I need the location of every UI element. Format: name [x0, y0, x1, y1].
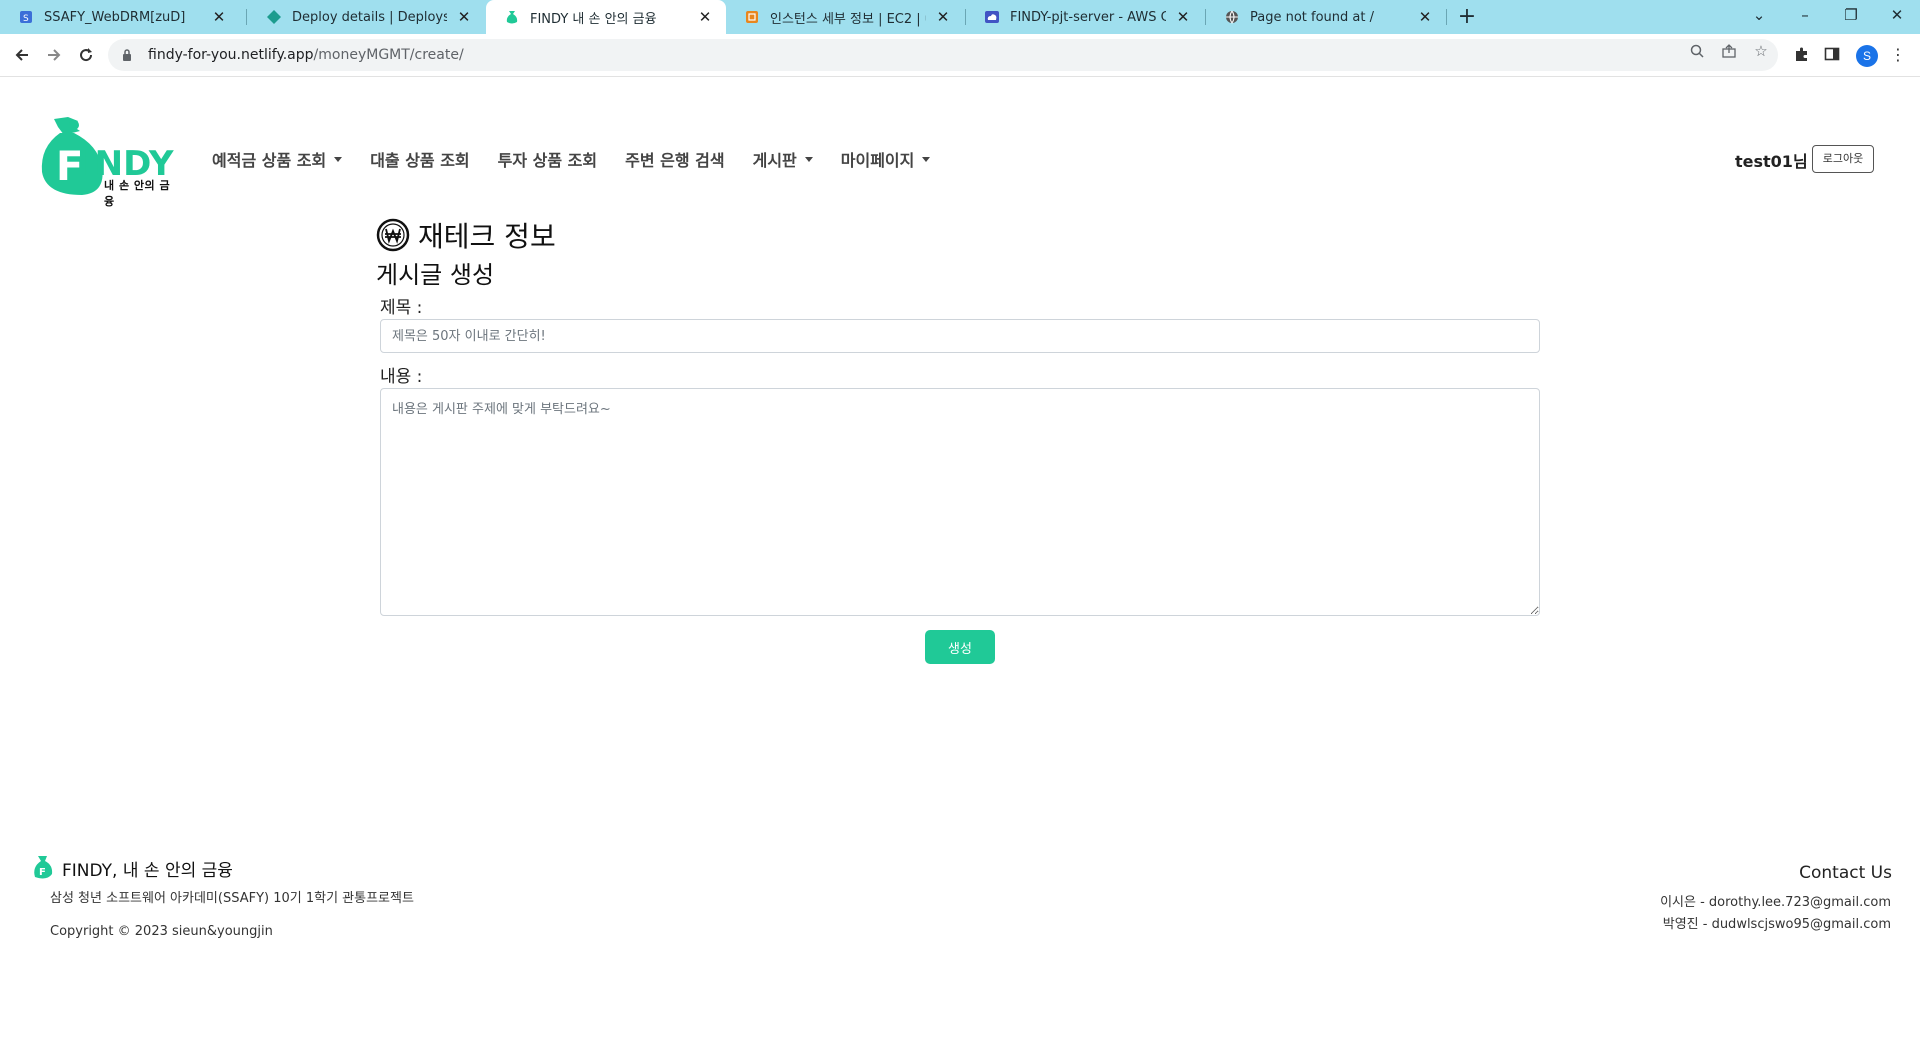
- browser-toolbar: findy-for-you.netlify.app/moneyMGMT/crea…: [0, 34, 1920, 77]
- nav-link-label: 대출 상품 조회: [370, 151, 470, 170]
- bookmark-star-icon[interactable]: ☆: [1752, 42, 1770, 60]
- caret-down-icon: [922, 156, 931, 162]
- logo-tagline: 내 손 안의 금융: [104, 179, 171, 208]
- create-post-button[interactable]: 생성: [925, 630, 995, 664]
- reload-icon[interactable]: [70, 39, 102, 71]
- kebab-menu-icon[interactable]: ⋮: [1888, 44, 1908, 64]
- footer-brand-text: FINDY, 내 손 안의 금융: [62, 860, 233, 881]
- svg-text:F: F: [39, 867, 46, 878]
- logo-wordmark-f: F: [56, 144, 83, 190]
- browser-tab-ec2[interactable]: 인스턴스 세부 정보 | EC2 | us-e ✕: [726, 0, 964, 34]
- contact-line: 박영진 - dudwlscjswo95@gmail.com: [1662, 917, 1891, 932]
- tab-title: Page not found at /: [1250, 9, 1374, 25]
- minimize-button[interactable]: –: [1782, 0, 1828, 30]
- browser-tab-findy[interactable]: FINDY 내 손 안의 금융 ✕: [486, 0, 726, 34]
- close-icon[interactable]: ✕: [455, 8, 473, 26]
- address-bar[interactable]: findy-for-you.netlify.app/moneyMGMT/crea…: [108, 39, 1778, 71]
- tab-title: SSAFY_WebDRM[zuD]: [44, 9, 186, 25]
- nav-nearby-banks[interactable]: 주변 은행 검색: [625, 147, 724, 171]
- extensions-puzzle-icon[interactable]: [1792, 44, 1812, 64]
- won-coin-icon: [376, 218, 410, 252]
- tab-search-icon[interactable]: ⌄: [1736, 0, 1782, 30]
- tab-title: FINDY 내 손 안의 금융: [530, 11, 657, 27]
- main-nav: 예적금 상품 조회 대출 상품 조회 투자 상품 조회 주변 은행 검색 게시판…: [212, 147, 958, 171]
- content-textarea[interactable]: [380, 388, 1540, 616]
- restore-button[interactable]: ❐: [1828, 0, 1874, 30]
- new-tab-button[interactable]: +: [1452, 2, 1482, 32]
- page-title: 게시글 생성: [376, 261, 495, 289]
- zoom-icon[interactable]: [1688, 42, 1706, 60]
- close-icon[interactable]: ✕: [1416, 8, 1434, 26]
- site-navbar: F INDY 내 손 안의 금융 예적금 상품 조회 대출 상품 조회 투자 상…: [0, 77, 1920, 208]
- nav-mypage[interactable]: 마이페이지: [841, 147, 931, 171]
- netlify-favicon-icon: [266, 9, 282, 25]
- findy-favicon-icon: [504, 9, 520, 25]
- browser-tab-notfound[interactable]: Page not found at / ✕: [1206, 0, 1446, 34]
- contact-title: Contact Us: [1799, 863, 1892, 883]
- nav-link-label: 투자 상품 조회: [497, 151, 598, 170]
- site-footer: F FINDY, 내 손 안의 금융 삼성 청년 소프트웨어 아카데미(SSAF…: [0, 847, 1920, 957]
- nav-deposit-products[interactable]: 예적금 상품 조회: [212, 147, 343, 171]
- svg-text:S: S: [23, 14, 29, 24]
- nav-loan-products[interactable]: 대출 상품 조회: [370, 147, 469, 171]
- logout-button[interactable]: 로그아웃: [1812, 145, 1874, 173]
- tab-separator: [246, 9, 247, 25]
- browser-tab-cloud9[interactable]: FINDY-pjt-server - AWS Cloud9 ✕: [966, 0, 1204, 34]
- ssafy-favicon-icon: S: [18, 9, 34, 25]
- forward-arrow-icon[interactable]: [38, 39, 70, 71]
- page-viewport: F INDY 내 손 안의 금융 예적금 상품 조회 대출 상품 조회 투자 상…: [0, 77, 1920, 1040]
- nav-link-label: 예적금 상품 조회: [212, 151, 327, 170]
- close-icon[interactable]: ✕: [1174, 8, 1192, 26]
- close-icon[interactable]: ✕: [934, 8, 952, 26]
- tab-separator: [1446, 9, 1447, 25]
- findy-mini-logo-icon: F: [34, 856, 53, 879]
- nav-link-label: 마이페이지: [840, 151, 915, 170]
- close-icon[interactable]: ✕: [696, 8, 714, 26]
- title-input[interactable]: [380, 319, 1540, 353]
- tab-title: Deploy details | Deploys | findy: [292, 9, 447, 25]
- section-title-text: 재테크 정보: [418, 220, 556, 253]
- url-host: findy-for-you.netlify.app: [148, 47, 314, 63]
- nav-link-label: 주변 은행 검색: [625, 151, 725, 170]
- footer-copyright: Copyright © 2023 sieun&youngjin: [50, 924, 273, 939]
- findy-logo[interactable]: F INDY 내 손 안의 금융: [40, 117, 180, 208]
- profile-avatar[interactable]: S: [1856, 45, 1878, 67]
- aws-favicon-icon: [744, 9, 760, 25]
- footer-brand: F FINDY, 내 손 안의 금융: [32, 855, 233, 881]
- browser-tab-netlify[interactable]: Deploy details | Deploys | findy ✕: [248, 0, 485, 34]
- globe-favicon-icon: [1224, 9, 1240, 25]
- share-icon[interactable]: [1720, 42, 1738, 60]
- close-icon[interactable]: ✕: [210, 8, 228, 26]
- content-label: 내용 :: [380, 367, 423, 387]
- nav-board[interactable]: 게시판: [753, 147, 813, 171]
- title-label: 제목 :: [380, 298, 423, 318]
- contact-line: 이시은 - dorothy.lee.723@gmail.com: [1660, 895, 1891, 910]
- back-arrow-icon[interactable]: [6, 39, 38, 71]
- browser-tabstrip: S SSAFY_WebDRM[zuD] ✕ Deploy details | D…: [0, 0, 1920, 34]
- side-panel-icon[interactable]: [1822, 44, 1842, 64]
- url-path: /moneyMGMT/create/: [313, 47, 464, 63]
- section-title: 재테크 정보: [376, 215, 556, 255]
- cloud9-favicon-icon: [984, 9, 1000, 25]
- nav-link-label: 게시판: [752, 151, 797, 170]
- caret-down-icon: [804, 156, 813, 162]
- tab-title: 인스턴스 세부 정보 | EC2 | us-e: [770, 11, 926, 27]
- window-close-button[interactable]: ✕: [1874, 0, 1920, 30]
- nav-investment-products[interactable]: 투자 상품 조회: [498, 147, 597, 171]
- tab-title: FINDY-pjt-server - AWS Cloud9: [1010, 9, 1166, 25]
- footer-description: 삼성 청년 소프트웨어 아카데미(SSAFY) 10기 1학기 관통프로젝트: [50, 891, 414, 906]
- browser-tab-ssafy[interactable]: S SSAFY_WebDRM[zuD] ✕: [0, 0, 240, 34]
- lock-icon[interactable]: [122, 48, 134, 62]
- current-username: test01님: [1735, 152, 1808, 171]
- caret-down-icon: [334, 156, 343, 162]
